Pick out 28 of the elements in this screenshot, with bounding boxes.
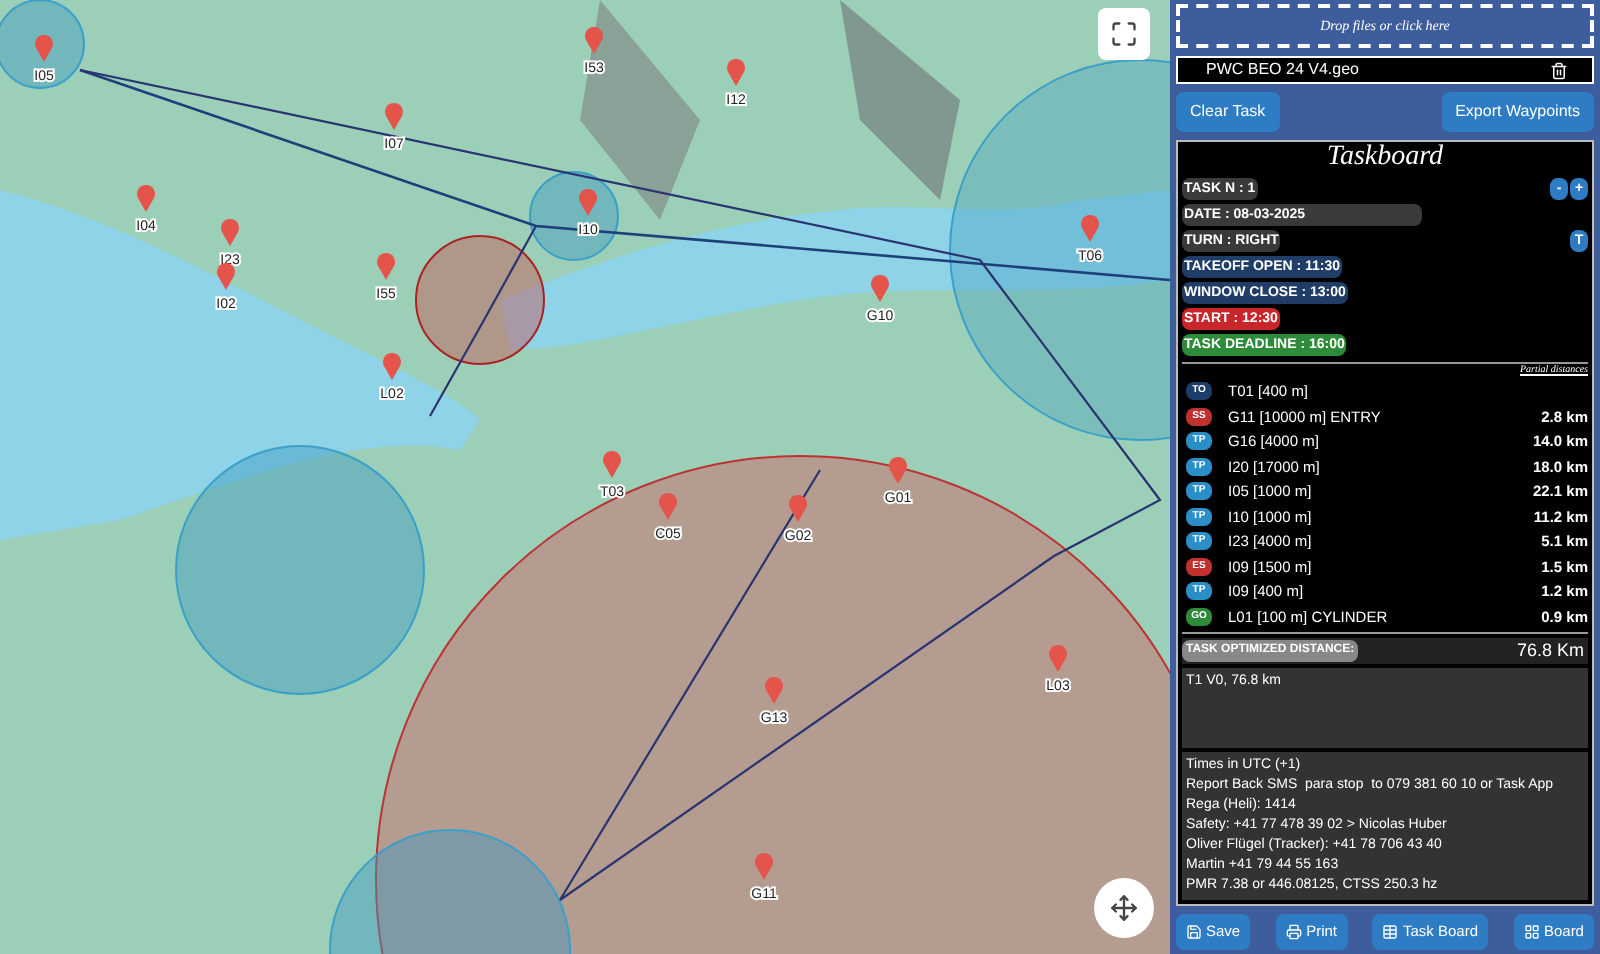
map-pin-icon[interactable]: [377, 252, 395, 280]
taskboard-title: Taskboard: [1324, 142, 1446, 174]
table-icon: [1382, 924, 1399, 940]
map-pin-icon[interactable]: [385, 102, 403, 130]
map-pin-icon[interactable]: [889, 456, 907, 484]
map-pin-icon[interactable]: [383, 352, 401, 380]
optimized-distance-value: 76.8 Km: [1516, 637, 1586, 664]
save-icon: [1186, 924, 1202, 940]
printer-icon: [1286, 924, 1303, 940]
map-pin-icon[interactable]: [585, 26, 603, 54]
action-button[interactable]: Export Waypoints: [1441, 92, 1594, 132]
map-pin-icon[interactable]: [789, 494, 807, 522]
trash-icon[interactable]: [1550, 61, 1568, 79]
map-pin-icon[interactable]: [603, 450, 621, 478]
fullscreen-button[interactable]: [1098, 8, 1150, 60]
action-button[interactable]: Clear Task: [1176, 92, 1280, 132]
map-pin-icon[interactable]: [871, 274, 889, 302]
map-pin-icon[interactable]: [221, 218, 239, 246]
map-pin-icon[interactable]: [217, 262, 235, 290]
cylinder-circle[interactable]: [415, 235, 545, 365]
move-icon: [1110, 894, 1138, 922]
map-pin-icon[interactable]: [137, 184, 155, 212]
cylinder-circle[interactable]: [529, 171, 619, 261]
grid-icon: [1523, 924, 1540, 940]
map-pin-icon[interactable]: [727, 58, 745, 86]
fullscreen-icon: [1110, 20, 1138, 48]
task-notes-field[interactable]: [1182, 752, 1588, 900]
file-name: PWC BEO 24 V4.geo: [1206, 58, 1359, 82]
